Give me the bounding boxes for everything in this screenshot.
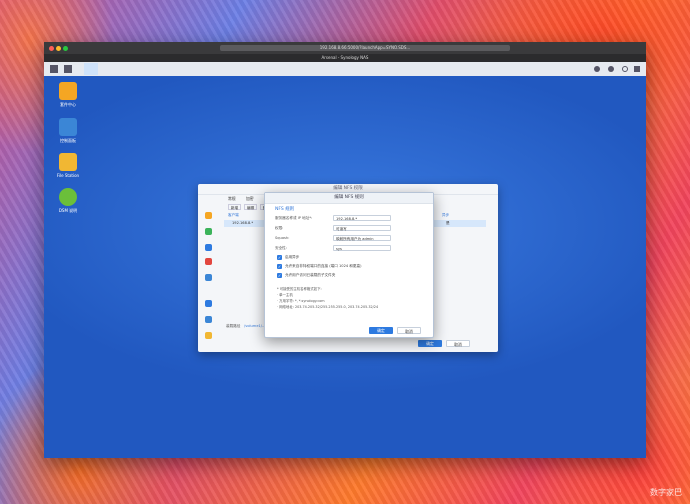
package-center-icon [59,82,77,100]
section-title: NFS 规则 [275,207,295,212]
note-network: · 网络地址: 203.74.205.32/255.255.255.0, 203… [277,305,379,309]
address-bar[interactable]: 192.168.8.66:5000/?launchApp=SYNO.SDS... [220,45,510,51]
note-single-host: · 单一主机 [277,293,293,297]
show-desktop-icon[interactable] [64,65,72,73]
add-button[interactable]: 新增 [228,204,241,210]
panel-ok-button[interactable]: 确定 [418,340,442,347]
tab-encryption[interactable]: 加密 [246,196,254,202]
browser-chrome: 192.168.8.66:5000/?launchApp=SYNO.SDS... [44,42,646,54]
user-icon[interactable] [608,66,614,72]
dialog-ok-button[interactable]: 确定 [369,327,393,334]
list-item-async[interactable]: 是 [432,220,486,227]
desktop-icon-control-panel[interactable]: 控制面板 [53,118,83,144]
widgets-icon[interactable] [634,66,640,72]
browser-tab[interactable]: Arsenal - Synology NAS [44,54,646,62]
edit-nfs-rule-dialog: 编辑 NFS 规则 NFS 规则 服务器名称或 IP 地址*: 192.168.… [264,192,434,338]
nonprivileged-ports-checkbox[interactable]: ✓ 允许来自非特权端口的连接 (端口 1024 和更高) [277,263,361,269]
privilege-label: 权限: [275,226,284,230]
squash-select[interactable]: 映射所有用户为 admin [333,235,391,241]
security-select[interactable]: sys [333,245,391,251]
tab-general[interactable]: 常规 [228,196,236,202]
folder-icon [59,153,77,171]
mount-path-label: 装载路径 [226,324,241,328]
control-panel-task-icon[interactable] [84,63,98,75]
sidebar-file-services-icon[interactable] [205,228,212,235]
control-panel-icon [59,118,77,136]
zoom-dot-icon[interactable] [63,46,68,51]
close-dot-icon[interactable] [49,46,54,51]
mounted-subfolders-checkbox[interactable]: ✓ 允许用户访问已装载的子文件夹 [277,272,335,278]
list-header-async: 异步 [442,213,450,217]
desktop-icon-file-station[interactable]: File Station [53,153,83,178]
mount-path-value: /volume1/... [244,324,266,328]
dialog-title: 编辑 NFS 规则 [265,193,433,204]
help-icon [59,188,77,206]
hostname-label: 服务器名称或 IP 地址*: [275,216,313,220]
edit-button[interactable]: 编辑 [244,204,257,210]
desktop-icon-package-center[interactable]: 套件中心 [53,82,83,108]
dsm-taskbar [44,62,646,76]
notification-icon[interactable] [594,66,600,72]
watermark: 数字家巴 [650,488,682,497]
note-hostname-formats: * 可接受的主机名称格式如下: [277,287,322,291]
squash-label: Squash: [275,236,290,240]
dialog-cancel-button[interactable]: 取消 [397,327,421,334]
note-wildcard: · 万用字符: *, *.synology.com [277,299,325,303]
sidebar-shared-folder-icon[interactable] [205,212,212,219]
panel-cancel-button[interactable]: 取消 [446,340,470,347]
hostname-input[interactable]: 192.168.8.* [333,215,391,221]
sidebar-domain-icon[interactable] [205,274,212,281]
checkmark-icon: ✓ [277,272,282,278]
sidebar-user-icon[interactable] [205,244,212,251]
minimize-dot-icon[interactable] [56,46,61,51]
list-header-client: 客户端 [228,213,239,217]
checkmark-icon: ✓ [277,254,282,260]
checkmark-icon: ✓ [277,263,282,269]
privilege-select[interactable]: 可读写 [333,225,391,231]
async-checkbox[interactable]: ✓ 启用异步 [277,254,299,260]
sidebar-security-icon[interactable] [205,332,212,339]
sidebar-network-icon[interactable] [205,316,212,323]
sidebar-external-access-icon[interactable] [205,300,212,307]
search-icon[interactable] [622,66,628,72]
desktop-icon-dsm-help[interactable]: DSM 说明 [53,188,83,214]
security-label: 安全性: [275,246,287,250]
sidebar-group-icon[interactable] [205,258,212,265]
main-menu-icon[interactable] [50,65,58,73]
